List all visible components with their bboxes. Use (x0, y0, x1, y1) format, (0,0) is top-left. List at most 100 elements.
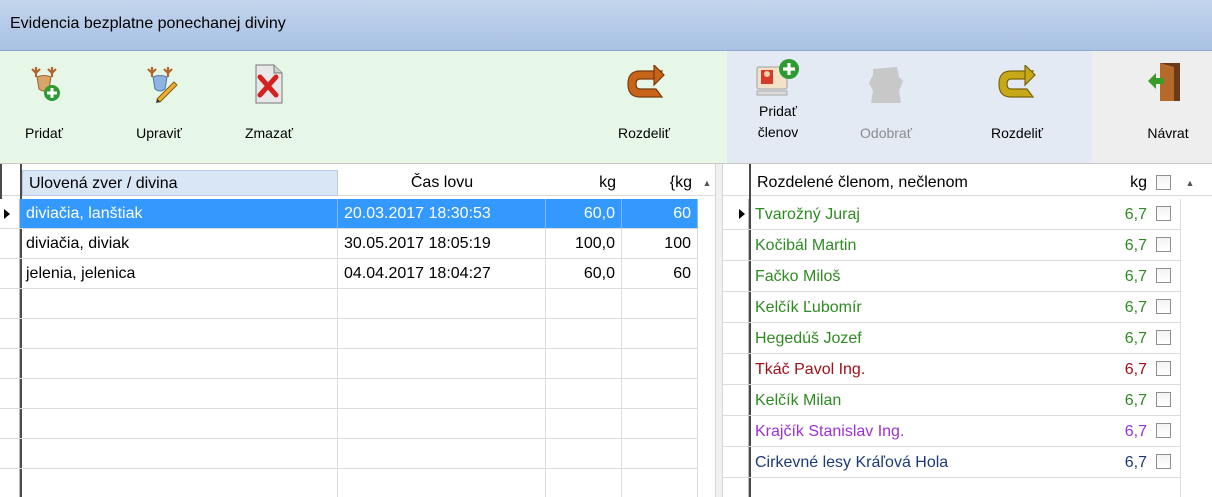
cell-kg[interactable] (546, 439, 622, 469)
row-indicator[interactable] (723, 230, 749, 261)
select-all-checkbox[interactable] (1156, 175, 1171, 190)
member-checkbox[interactable] (1156, 423, 1171, 438)
cell-member-kg[interactable]: 6,7 (1109, 230, 1153, 261)
column-header-kg-rounded[interactable]: {kg (622, 170, 698, 196)
cell-member-name[interactable]: Kočibál Martin (749, 230, 1109, 261)
cell-member-name[interactable]: Hegedúš Jozef (749, 323, 1109, 354)
empty-row[interactable] (0, 409, 698, 439)
cell-kg[interactable] (546, 469, 622, 497)
row-indicator[interactable] (0, 379, 20, 409)
cell-game[interactable]: diviačia, diviak (20, 229, 338, 259)
row-indicator[interactable] (0, 409, 20, 439)
delete-button[interactable]: Zmazať (236, 57, 302, 157)
game-row[interactable]: diviačia, lanštiak 20.03.2017 18:30:53 60,… (0, 199, 698, 229)
cell-kg[interactable]: 60,0 (546, 199, 622, 229)
cell-hunt-time[interactable] (338, 349, 546, 379)
game-table[interactable]: Ulovená zver / divina Čas lovu kg {kg ▲ … (0, 164, 716, 497)
member-row[interactable]: Cirkevné lesy Kráľová Hola 6,7 (723, 447, 1181, 478)
cell-kg[interactable] (546, 409, 622, 439)
cell-hunt-time[interactable] (338, 439, 546, 469)
cell-kg-rounded[interactable]: 60 (622, 199, 698, 229)
cell-hunt-time[interactable] (338, 469, 546, 497)
empty-row[interactable] (0, 439, 698, 469)
member-row[interactable]: Kočibál Martin 6,7 (723, 230, 1181, 261)
cell-kg-rounded[interactable] (622, 349, 698, 379)
cell-member-kg[interactable]: 6,7 (1109, 199, 1153, 230)
member-checkbox[interactable] (1156, 454, 1171, 469)
member-checkbox[interactable] (1156, 392, 1171, 407)
cell-member-kg[interactable]: 6,7 (1109, 416, 1153, 447)
row-indicator[interactable] (0, 469, 20, 497)
cell-kg[interactable] (546, 319, 622, 349)
member-checkbox[interactable] (1156, 268, 1171, 283)
game-row[interactable]: diviačia, diviak 30.05.2017 18:05:19 100,0… (0, 229, 698, 259)
column-header-hunt-time[interactable]: Čas lovu (338, 170, 546, 196)
cell-kg-rounded[interactable] (622, 289, 698, 319)
add-members-button[interactable]: Pridať členov (747, 55, 809, 161)
member-row[interactable]: Kelčík Ľubomír 6,7 (723, 292, 1181, 323)
cell-kg-rounded[interactable] (622, 319, 698, 349)
cell-kg-rounded[interactable] (622, 379, 698, 409)
cell-member-kg[interactable] (1109, 478, 1153, 497)
cell-game[interactable] (20, 379, 338, 409)
cell-game[interactable] (20, 469, 338, 497)
member-row[interactable]: Tvarožný Juraj 6,7 (723, 199, 1181, 230)
empty-row[interactable] (0, 289, 698, 319)
member-checkbox[interactable] (1156, 206, 1171, 221)
column-header-game[interactable]: Ulovená zver / divina (22, 170, 338, 196)
cell-member-name[interactable]: Tvarožný Juraj (749, 199, 1109, 230)
member-row[interactable]: Tkáč Pavol Ing. 6,7 (723, 354, 1181, 385)
game-row[interactable]: jelenia, jelenica 04.04.2017 18:04:27 60,0… (0, 259, 698, 289)
cell-kg[interactable]: 100,0 (546, 229, 622, 259)
return-button[interactable]: Návrat (1126, 57, 1210, 157)
cell-hunt-time[interactable]: 04.04.2017 18:04:27 (338, 259, 546, 289)
empty-row[interactable] (0, 469, 698, 497)
empty-row[interactable] (0, 349, 698, 379)
cell-kg-rounded[interactable] (622, 409, 698, 439)
cell-game[interactable] (20, 349, 338, 379)
row-indicator[interactable] (0, 289, 20, 319)
cell-member-kg[interactable]: 6,7 (1109, 447, 1153, 478)
edit-button[interactable]: Upraviť (126, 57, 192, 157)
cell-game[interactable]: jelenia, jelenica (20, 259, 338, 289)
cell-member-name[interactable]: Krajčík Stanislav Ing. (749, 416, 1109, 447)
cell-member-name[interactable]: Tkáč Pavol Ing. (749, 354, 1109, 385)
cell-game[interactable] (20, 289, 338, 319)
row-indicator[interactable] (723, 261, 749, 292)
cell-game[interactable] (20, 439, 338, 469)
cell-kg[interactable]: 60,0 (546, 259, 622, 289)
member-checkbox[interactable] (1156, 299, 1171, 314)
cell-game[interactable]: diviačia, lanštiak (20, 199, 338, 229)
member-checkbox[interactable] (1156, 237, 1171, 252)
row-indicator[interactable] (723, 323, 749, 354)
row-indicator[interactable] (723, 199, 749, 230)
cell-hunt-time[interactable]: 20.03.2017 18:30:53 (338, 199, 546, 229)
cell-kg-rounded[interactable] (622, 469, 698, 497)
cell-kg-rounded[interactable] (622, 439, 698, 469)
remove-button[interactable]: Odobrať (851, 57, 921, 157)
row-indicator[interactable] (0, 229, 20, 259)
cell-kg[interactable] (546, 289, 622, 319)
split-button[interactable]: Rozdeliť (604, 57, 684, 157)
cell-member-name[interactable]: Kelčík Milan (749, 385, 1109, 416)
member-row[interactable]: Fačko Miloš 6,7 (723, 261, 1181, 292)
row-indicator[interactable] (723, 292, 749, 323)
cell-member-kg[interactable]: 6,7 (1109, 292, 1153, 323)
split-members-button[interactable]: Rozdeliť (979, 57, 1055, 157)
cell-member-kg[interactable]: 6,7 (1109, 385, 1153, 416)
cell-kg[interactable] (546, 379, 622, 409)
empty-row[interactable] (0, 379, 698, 409)
add-button[interactable]: Pridať (14, 57, 74, 157)
empty-row[interactable] (0, 319, 698, 349)
members-table[interactable]: Rozdelené členom, nečlenom kg ▲ Tvarožný… (722, 164, 1212, 497)
scroll-up-icon[interactable]: ▲ (698, 170, 715, 196)
member-checkbox[interactable] (1156, 361, 1171, 376)
cell-game[interactable] (20, 319, 338, 349)
row-indicator[interactable] (723, 385, 749, 416)
row-indicator[interactable] (0, 439, 20, 469)
scroll-up-icon[interactable]: ▲ (1181, 170, 1199, 196)
cell-hunt-time[interactable] (338, 409, 546, 439)
column-header-kg[interactable]: kg (546, 170, 622, 196)
cell-hunt-time[interactable] (338, 379, 546, 409)
cell-member-name[interactable]: Fačko Miloš (749, 261, 1109, 292)
